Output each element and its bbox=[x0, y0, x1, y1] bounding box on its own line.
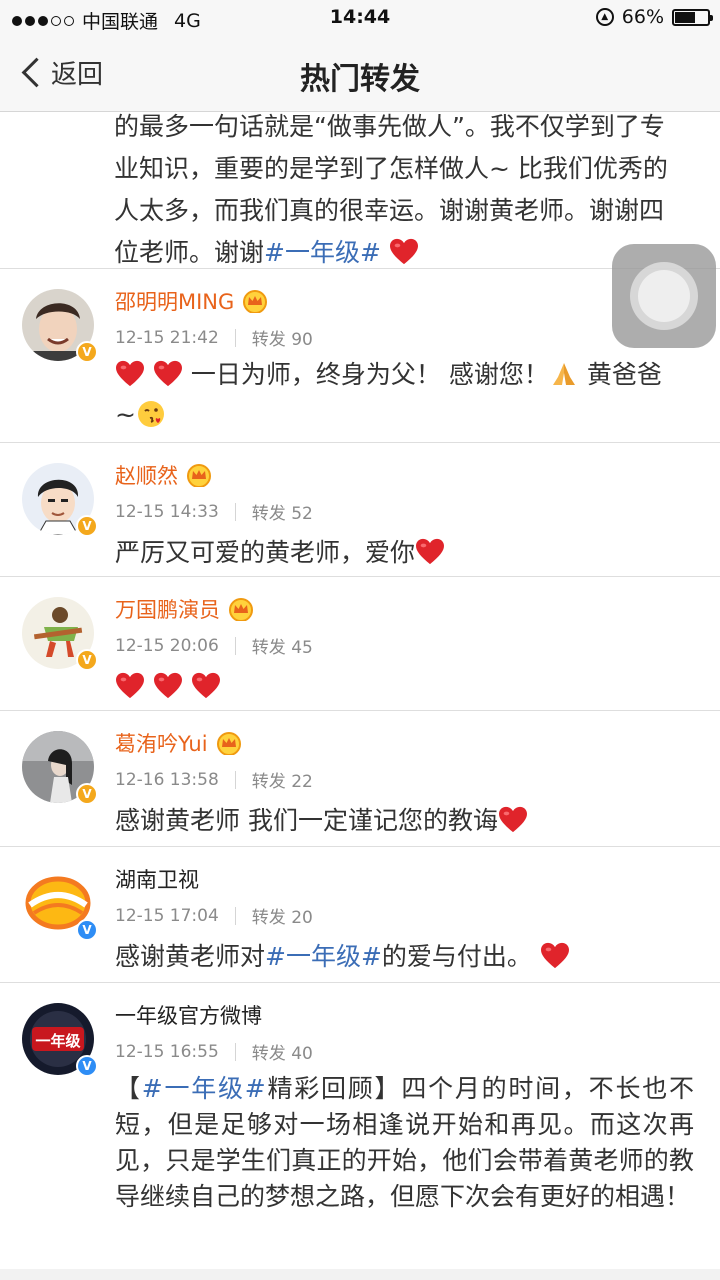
post-time: 12-15 16:55 bbox=[115, 1041, 219, 1062]
navigation-bar: 返回 热门转发 bbox=[0, 36, 720, 112]
rotation-lock-icon: ▲ bbox=[595, 8, 614, 26]
heart-icon bbox=[153, 360, 183, 388]
username[interactable]: 一年级官方微博 bbox=[115, 1000, 262, 1030]
pray-emoji-icon bbox=[552, 363, 575, 385]
repost-count: 转发 45 bbox=[251, 638, 313, 658]
text-line-last: 位老师。谢谢#一年级# bbox=[114, 232, 696, 274]
verified-badge-icon: V bbox=[76, 1055, 98, 1077]
name-row: 葛洧吟Yui bbox=[115, 728, 242, 758]
post-text-part: 严厉又可爱的黄老师，爱你 bbox=[115, 538, 416, 567]
truncated-post[interactable]: 的最多一句话就是“做事先做人”。我不仅学到了专 业知识，重要的是学到了怎样做人~… bbox=[0, 112, 720, 269]
post-text-part: 【 bbox=[115, 1074, 142, 1103]
heart-icon bbox=[540, 942, 570, 970]
heart-icon bbox=[415, 538, 445, 566]
heart-icon bbox=[115, 672, 145, 700]
text-line: 位老师。谢谢 bbox=[114, 238, 265, 267]
verified-badge-icon: V bbox=[76, 515, 98, 537]
post-meta: 12-15 14:33 转发 52 bbox=[115, 499, 313, 525]
assistive-touch-core bbox=[638, 270, 690, 322]
repost-count: 转发 90 bbox=[251, 330, 313, 350]
name-row: 万国鹏演员 bbox=[115, 594, 254, 624]
hashtag-link[interactable]: #一年级# bbox=[265, 942, 382, 971]
post-meta: 12-15 17:04 转发 20 bbox=[115, 903, 313, 929]
post-text bbox=[115, 669, 696, 705]
post-meta: 12-15 20:06 转发 45 bbox=[115, 633, 313, 659]
divider bbox=[234, 636, 236, 655]
name-row: 湖南卫视 bbox=[115, 864, 199, 894]
verified-badge-icon: V bbox=[76, 649, 98, 671]
crown-icon bbox=[216, 731, 242, 755]
repost-item[interactable]: V 赵顺然 12-15 14:33 转发 52 严厉又可爱的黄老师，爱你 bbox=[0, 443, 720, 577]
battery-level bbox=[675, 11, 696, 23]
repost-item[interactable]: 一年级 V 一年级官方微博 12-15 16:55 转发 40 【#一年级#精彩… bbox=[0, 983, 720, 1269]
repost-item[interactable]: V 葛洧吟Yui 12-16 13:58 转发 22 感谢黄老师 我们一定谨记您… bbox=[0, 711, 720, 847]
page-title: 热门转发 bbox=[300, 62, 420, 97]
post-meta: 12-16 13:58 转发 22 bbox=[115, 767, 313, 793]
verified-badge-icon: V bbox=[76, 341, 98, 363]
heart-icon bbox=[498, 806, 528, 834]
battery-icon bbox=[672, 8, 713, 26]
name-row: 邵明明MING bbox=[115, 286, 268, 316]
name-row: 一年级官方微博 bbox=[115, 1000, 262, 1030]
post-text-part: 一日为师，终身为父！ 感谢您！ bbox=[190, 360, 549, 389]
crown-icon bbox=[186, 463, 212, 487]
repost-item[interactable]: V 湖南卫视 12-15 17:04 转发 20 感谢黄老师对#一年级#的爱与付… bbox=[0, 847, 720, 983]
post-text-part: 黄爸爸 bbox=[586, 360, 662, 389]
verified-badge-icon: V bbox=[76, 919, 98, 941]
status-right: ▲ 66% bbox=[595, 6, 713, 28]
battery-percent: 66% bbox=[621, 6, 664, 28]
repost-item[interactable]: V 万国鹏演员 12-15 20:06 转发 45 bbox=[0, 577, 720, 711]
post-text: 感谢黄老师对#一年级#的爱与付出。 bbox=[115, 939, 696, 975]
divider bbox=[234, 770, 236, 789]
assistive-touch-button[interactable] bbox=[612, 244, 716, 348]
username[interactable]: 赵顺然 bbox=[115, 460, 178, 490]
post-text-part: 的爱与付出。 bbox=[381, 942, 532, 971]
heart-icon bbox=[191, 672, 221, 700]
text-line: 业知识，重要的是学到了怎样做人~ 比我们优秀的 bbox=[114, 154, 668, 183]
heart-icon bbox=[115, 360, 145, 388]
heart-icon bbox=[389, 238, 419, 266]
username[interactable]: 万国鹏演员 bbox=[115, 594, 220, 624]
post-text: 感谢黄老师 我们一定谨记您的教诲 bbox=[115, 803, 696, 839]
username[interactable]: 葛洧吟Yui bbox=[115, 728, 208, 758]
post-meta: 12-15 16:55 转发 40 bbox=[115, 1039, 313, 1065]
hashtag-link[interactable]: #一年级# bbox=[264, 238, 381, 267]
post-text-part: 感谢黄老师对 bbox=[115, 942, 266, 971]
post-text-part: 感谢黄老师 我们一定谨记您的教诲 bbox=[115, 806, 498, 835]
avatar-logo-text: 一年级 bbox=[35, 1032, 81, 1050]
crown-icon bbox=[228, 597, 254, 621]
hashtag-link[interactable]: #一年级# bbox=[142, 1074, 266, 1103]
post-time: 12-15 20:06 bbox=[115, 635, 219, 656]
heart-icon bbox=[153, 672, 183, 700]
post-time: 12-16 13:58 bbox=[115, 769, 219, 790]
post-text: 【#一年级#精彩回顾】四个月的时间，不长也不短，但是足够对一场相逢说开始和再见。… bbox=[115, 1071, 694, 1215]
divider bbox=[234, 906, 236, 925]
crown-icon bbox=[242, 289, 268, 313]
divider bbox=[234, 328, 236, 347]
repost-count: 转发 52 bbox=[251, 504, 313, 524]
repost-count: 转发 20 bbox=[251, 908, 313, 928]
username[interactable]: 邵明明MING bbox=[115, 286, 234, 316]
divider bbox=[234, 502, 236, 521]
repost-count: 转发 40 bbox=[251, 1044, 313, 1064]
status-bar: 中国联通 4G 14:44 ▲ 66% bbox=[0, 0, 720, 36]
post-time: 12-15 14:33 bbox=[115, 501, 219, 522]
divider bbox=[234, 1042, 236, 1061]
truncated-post-text: 的最多一句话就是“做事先做人”。我不仅学到了专 业知识，重要的是学到了怎样做人~… bbox=[114, 106, 696, 274]
verified-badge-icon: V bbox=[76, 783, 98, 805]
post-text: 一日为师，终身为父！ 感谢您！ 黄爸爸 ~ bbox=[115, 355, 696, 435]
post-text-part: ~ bbox=[115, 400, 136, 429]
kiss-emoji-icon bbox=[137, 401, 164, 427]
text-line: 人太多，而我们真的很幸运。谢谢黄老师。谢谢四 bbox=[114, 196, 665, 225]
repost-count: 转发 22 bbox=[251, 772, 313, 792]
name-row: 赵顺然 bbox=[115, 460, 212, 490]
username[interactable]: 湖南卫视 bbox=[115, 864, 199, 894]
post-text: 严厉又可爱的黄老师，爱你 bbox=[115, 535, 696, 571]
post-time: 12-15 21:42 bbox=[115, 327, 219, 348]
text-line: 的最多一句话就是“做事先做人”。我不仅学到了专 bbox=[114, 112, 665, 141]
post-meta: 12-15 21:42 转发 90 bbox=[115, 325, 313, 351]
post-time: 12-15 17:04 bbox=[115, 905, 219, 926]
